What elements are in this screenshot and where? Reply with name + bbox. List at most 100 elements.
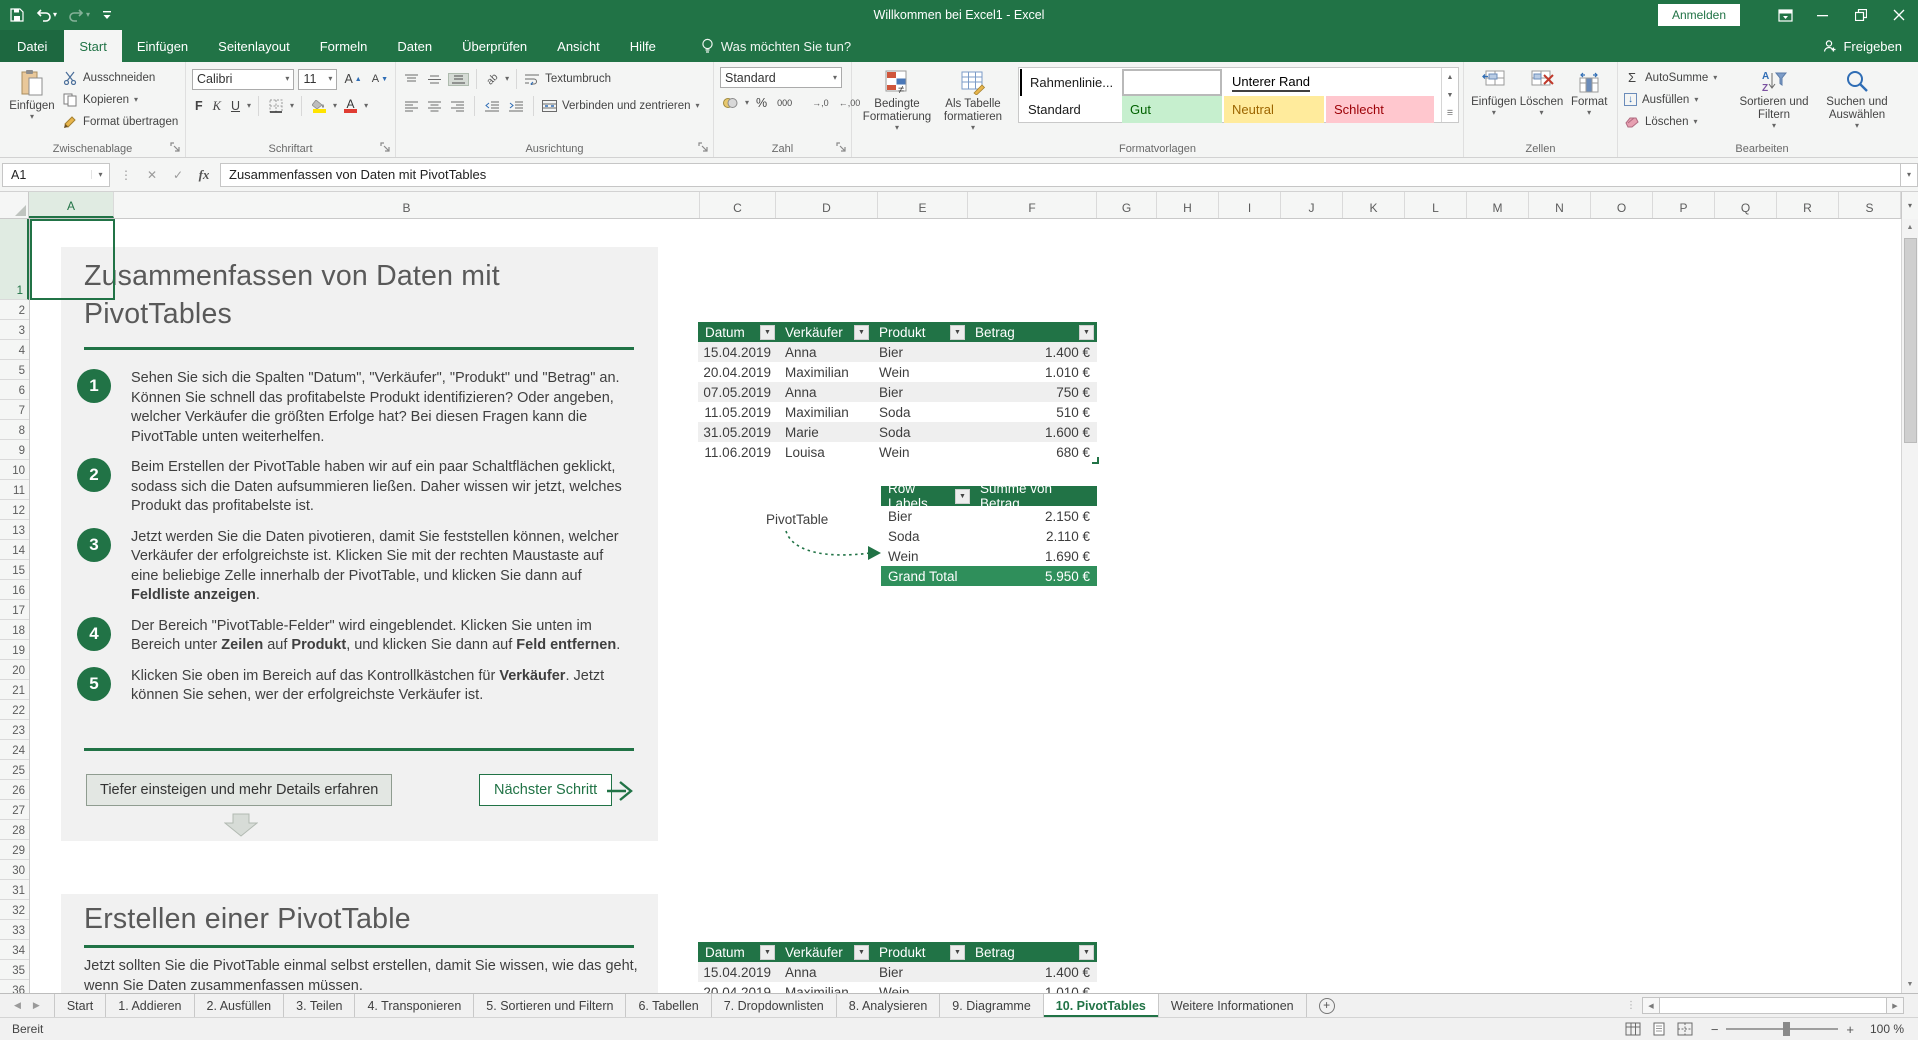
- sheet-tab-weitere-informationen[interactable]: Weitere Informationen: [1159, 994, 1307, 1017]
- insert-cells-button[interactable]: Einfügen ▾: [1470, 67, 1518, 117]
- scroll-left-icon[interactable]: ◀: [1643, 998, 1659, 1013]
- sheet-tab-6-tabellen[interactable]: 6. Tabellen: [626, 994, 711, 1017]
- ribbon-tab-seitenlayout[interactable]: Seitenlayout: [203, 30, 305, 62]
- ribbon-display-options-button[interactable]: [1766, 0, 1804, 30]
- formula-bar-expand-button[interactable]: ▾: [1900, 163, 1918, 187]
- row-header-12[interactable]: 12: [0, 500, 29, 520]
- column-header-S[interactable]: S: [1839, 192, 1901, 218]
- details-button[interactable]: Tiefer einsteigen und mehr Details erfah…: [86, 774, 392, 806]
- zoom-slider[interactable]: [1726, 1028, 1838, 1030]
- column-header-E[interactable]: E: [878, 192, 968, 218]
- sheet-tab-1-addieren[interactable]: 1. Addieren: [106, 994, 194, 1017]
- shrink-font-button[interactable]: A▼: [369, 73, 391, 85]
- align-left-button[interactable]: [402, 101, 421, 112]
- paste-button[interactable]: Einfügen ▾: [6, 67, 58, 121]
- column-header-H[interactable]: H: [1157, 192, 1219, 218]
- page-break-view-button[interactable]: [1677, 1022, 1693, 1036]
- row-header-4[interactable]: 4: [0, 340, 29, 360]
- zoom-percentage[interactable]: 100 %: [1862, 1022, 1904, 1036]
- prev-sheet-icon[interactable]: ◀: [14, 1000, 21, 1011]
- zoom-in-button[interactable]: +: [1846, 1022, 1854, 1037]
- row-header-33[interactable]: 33: [0, 920, 29, 940]
- comma-style-button[interactable]: 000: [774, 98, 795, 108]
- clear-button[interactable]: Löschen ▾: [1624, 111, 1732, 132]
- sheet-tab-4-transponieren[interactable]: 4. Transponieren: [355, 994, 474, 1017]
- cell-style-Unterer Rand[interactable]: Unterer Rand: [1224, 69, 1436, 96]
- sign-in-button[interactable]: Anmelden: [1658, 4, 1740, 26]
- ribbon-tab-einfügen[interactable]: Einfügen: [122, 30, 203, 62]
- next-sheet-icon[interactable]: ▶: [33, 1000, 40, 1011]
- share-button[interactable]: Freigeben: [1823, 30, 1918, 62]
- sheet-canvas[interactable]: Zusammenfassen von Daten mit PivotTables…: [30, 219, 1901, 993]
- font-color-button[interactable]: A: [341, 99, 360, 113]
- row-header-11[interactable]: 11: [0, 480, 29, 500]
- merge-center-button[interactable]: Verbinden und zentrieren ▾: [541, 96, 700, 117]
- vertical-scroll-thumb[interactable]: [1904, 238, 1917, 443]
- filter-dropdown-icon[interactable]: ▼: [760, 325, 775, 340]
- row-header-7[interactable]: 7: [0, 400, 29, 420]
- scroll-right-icon[interactable]: ▶: [1887, 998, 1903, 1013]
- horizontal-scrollbar[interactable]: ◀ ▶: [1642, 997, 1904, 1014]
- fill-button[interactable]: ↓ Ausfüllen ▾: [1624, 89, 1732, 110]
- row-header-17[interactable]: 17: [0, 600, 29, 620]
- cell-style-Gut[interactable]: Gut: [1122, 96, 1222, 123]
- row-header-35[interactable]: 35: [0, 960, 29, 980]
- sheet-tab-3-teilen[interactable]: 3. Teilen: [284, 994, 355, 1017]
- grow-font-button[interactable]: A▲: [341, 72, 364, 86]
- sheet-tab-7-dropdownlisten[interactable]: 7. Dropdownlisten: [712, 994, 837, 1017]
- row-header-6[interactable]: 6: [0, 380, 29, 400]
- insert-function-button[interactable]: fx: [192, 167, 216, 183]
- percent-style-button[interactable]: %: [753, 96, 770, 110]
- gallery-down-button[interactable]: ▼: [1442, 86, 1458, 104]
- restore-button[interactable]: [1842, 0, 1880, 30]
- row-header-36[interactable]: 36: [0, 980, 29, 993]
- cell-style-Standard[interactable]: Standard: [1020, 96, 1120, 123]
- normal-view-button[interactable]: [1625, 1022, 1641, 1036]
- align-top-button[interactable]: [402, 74, 421, 85]
- underline-button[interactable]: U: [228, 99, 243, 113]
- column-header-K[interactable]: K: [1343, 192, 1405, 218]
- sheet-tab-2-ausfüllen[interactable]: 2. Ausfüllen: [195, 994, 285, 1017]
- table-resize-handle[interactable]: [1092, 457, 1099, 464]
- gallery-more-button[interactable]: ☰: [1442, 104, 1458, 122]
- row-header-3[interactable]: 3: [0, 320, 29, 340]
- row-header-13[interactable]: 13: [0, 520, 29, 540]
- new-sheet-button[interactable]: +: [1319, 994, 1335, 1017]
- filter-dropdown-icon[interactable]: ▼: [854, 325, 869, 340]
- gallery-up-button[interactable]: ▲: [1442, 68, 1458, 86]
- column-header-D[interactable]: D: [776, 192, 878, 218]
- ribbon-tab-start[interactable]: Start: [64, 30, 121, 62]
- dialog-launcher-icon[interactable]: [170, 142, 181, 153]
- filter-dropdown-icon[interactable]: ▼: [854, 945, 869, 960]
- filter-dropdown-icon[interactable]: ▼: [950, 945, 965, 960]
- font-size-select[interactable]: 11 ▾: [298, 69, 337, 90]
- wrap-text-button[interactable]: Textumbruch: [524, 69, 611, 90]
- scroll-down-icon[interactable]: ▼: [1902, 976, 1918, 993]
- filter-dropdown-icon[interactable]: ▼: [1079, 945, 1094, 960]
- sheet-tab-5-sortieren-und-filtern[interactable]: 5. Sortieren und Filtern: [474, 994, 626, 1017]
- next-step-button[interactable]: Nächster Schritt: [479, 774, 612, 806]
- filter-dropdown-icon[interactable]: ▼: [955, 489, 970, 504]
- row-header-32[interactable]: 32: [0, 900, 29, 920]
- row-header-26[interactable]: 26: [0, 780, 29, 800]
- ribbon-tab-formeln[interactable]: Formeln: [305, 30, 383, 62]
- column-header-R[interactable]: R: [1777, 192, 1839, 218]
- ribbon-tab-datei[interactable]: Datei: [0, 30, 64, 62]
- row-header-14[interactable]: 14: [0, 540, 29, 560]
- row-header-25[interactable]: 25: [0, 760, 29, 780]
- decrease-indent-button[interactable]: [482, 101, 502, 112]
- italic-button[interactable]: K: [210, 99, 224, 114]
- zoom-slider-thumb[interactable]: [1783, 1022, 1790, 1036]
- row-header-21[interactable]: 21: [0, 680, 29, 700]
- format-painter-button[interactable]: Format übertragen: [62, 111, 178, 132]
- column-header-F[interactable]: F: [968, 192, 1097, 218]
- column-header-G[interactable]: G: [1097, 192, 1157, 218]
- dialog-launcher-icon[interactable]: [380, 142, 391, 153]
- name-box-dropdown-icon[interactable]: ▾: [91, 170, 109, 179]
- row-header-1[interactable]: 1: [0, 219, 29, 300]
- increase-decimal-button[interactable]: →,0: [809, 98, 832, 108]
- format-cells-button[interactable]: Format ▾: [1565, 67, 1613, 117]
- autosum-button[interactable]: Σ AutoSumme ▾: [1624, 67, 1732, 88]
- format-as-table-button[interactable]: Als Tabelle formatieren ▾: [936, 67, 1010, 132]
- ribbon-tab-ansicht[interactable]: Ansicht: [542, 30, 615, 62]
